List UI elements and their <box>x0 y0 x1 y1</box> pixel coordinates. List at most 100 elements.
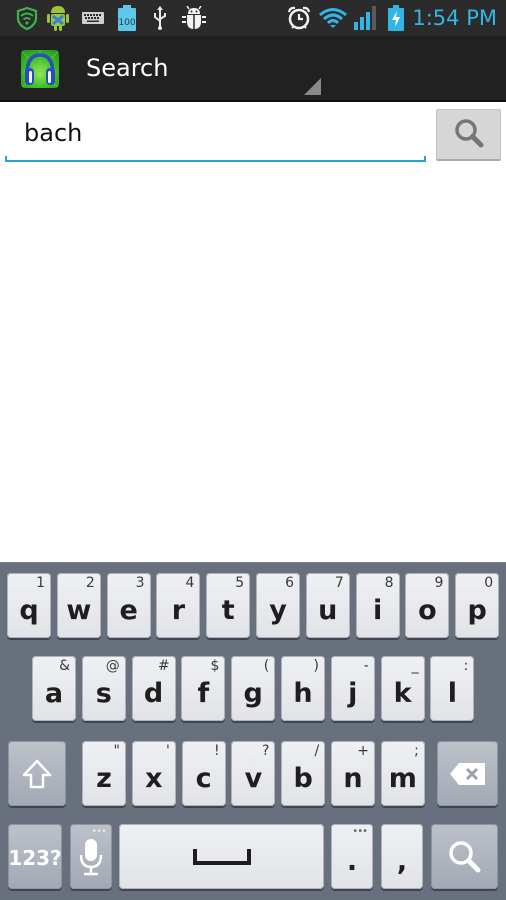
microphone-icon <box>70 824 112 889</box>
key-hint: 4 <box>185 575 195 591</box>
key-l[interactable]: :l <box>430 656 475 721</box>
key-hint: " <box>113 743 120 759</box>
key-hint: ( <box>263 658 270 674</box>
key-hint: ; <box>414 743 419 759</box>
status-time: 1:54 PM <box>412 6 497 30</box>
space-bar-icon <box>119 824 324 889</box>
delete-key[interactable] <box>437 741 498 806</box>
comma-key-label: , <box>396 846 408 877</box>
app-title[interactable]: Search <box>86 54 168 82</box>
key-hint: 8 <box>384 575 394 591</box>
key-label: x <box>145 763 163 794</box>
alarm-clock-icon <box>286 4 312 32</box>
key-t[interactable]: 5t <box>206 573 251 638</box>
key-label: b <box>293 763 313 794</box>
more-punctuation-dots: ••• <box>352 826 368 837</box>
key-label: o <box>418 595 437 626</box>
key-f[interactable]: $ f <box>181 656 226 721</box>
key-hint: + <box>357 743 369 759</box>
key-b[interactable]: / b <box>281 741 326 806</box>
signal-icon <box>352 4 380 32</box>
action-bar: Search <box>0 36 506 102</box>
key-g[interactable]: (g <box>231 656 276 721</box>
key-j[interactable]: -j <box>330 656 375 721</box>
key-c[interactable]: ! c <box>181 741 226 806</box>
key-m[interactable]: ; m <box>380 741 425 806</box>
key-hint: 9 <box>434 575 444 591</box>
key-label: g <box>243 678 263 709</box>
key-o[interactable]: 9o <box>405 573 450 638</box>
key-hint: _ <box>411 658 419 674</box>
key-v[interactable]: ? v <box>231 741 276 806</box>
headphones-app-icon[interactable] <box>21 50 59 88</box>
key-r[interactable]: 4r <box>156 573 201 638</box>
key-label: e <box>119 595 138 626</box>
backspace-icon <box>437 741 498 806</box>
battery-level-text: 100 <box>118 18 135 28</box>
shift-key[interactable] <box>8 741 66 806</box>
dropdown-indicator-icon[interactable] <box>304 78 321 95</box>
key-hint: 7 <box>334 575 344 591</box>
key-q[interactable]: 1q <box>7 573 51 638</box>
key-hint: 2 <box>85 575 95 591</box>
key-label: z <box>96 763 112 794</box>
key-n[interactable]: + n <box>331 741 375 806</box>
key-hint: 3 <box>135 575 145 591</box>
key-label: h <box>293 678 313 709</box>
symbols-key[interactable]: 123? <box>8 824 62 889</box>
key-label: c <box>195 763 212 794</box>
key-u[interactable]: 7u <box>305 573 350 638</box>
shield-wifi-icon <box>14 4 40 32</box>
battery-100-icon: 100 <box>116 4 138 32</box>
search-button[interactable] <box>436 109 501 161</box>
key-label: v <box>244 763 263 794</box>
key-label: u <box>318 595 338 626</box>
key-h[interactable]: ) h <box>281 656 325 721</box>
key-e[interactable]: 3e <box>106 573 151 638</box>
key-w[interactable]: 2w <box>56 573 101 638</box>
search-field[interactable] <box>5 108 426 162</box>
period-key-label: . <box>346 846 358 877</box>
key-label: q <box>19 595 39 626</box>
key-hint: 6 <box>285 575 294 591</box>
search-input[interactable] <box>5 108 426 158</box>
battery-charging-icon <box>386 4 406 32</box>
period-key[interactable]: ••• . <box>331 824 373 889</box>
key-s[interactable]: @ s <box>81 656 126 721</box>
status-bar: 100 1:54 PM <box>0 0 506 36</box>
key-hint: # <box>157 658 170 674</box>
key-hint: & <box>59 658 70 674</box>
key-hint: / <box>314 743 320 759</box>
key-hint: ) <box>313 658 319 674</box>
key-label: m <box>388 763 417 794</box>
keyboard-icon <box>81 4 105 32</box>
comma-key[interactable]: , <box>381 824 423 889</box>
key-x[interactable]: ' x <box>131 741 176 806</box>
key-label: f <box>197 678 210 709</box>
key-hint: $ <box>210 658 220 674</box>
key-y[interactable]: 6y <box>256 573 300 638</box>
key-z[interactable]: " z <box>82 741 126 806</box>
key-hint: : <box>463 658 469 674</box>
wifi-icon <box>317 4 349 32</box>
key-hint: 0 <box>484 575 494 591</box>
space-key[interactable] <box>119 824 324 889</box>
key-label: p <box>467 595 487 626</box>
key-label: d <box>143 678 164 709</box>
key-label: j <box>348 678 358 709</box>
key-label: y <box>269 595 287 626</box>
key-label: s <box>95 678 112 709</box>
key-k[interactable]: _ k <box>380 656 425 721</box>
soft-keyboard: 123? ••• ••• . , 1q2w3e4r 5 t 6 y 7 u 8 … <box>0 562 506 900</box>
key-d[interactable]: # d <box>131 656 176 721</box>
key-hint: @ <box>105 658 120 674</box>
key-a[interactable]: & a <box>32 656 76 721</box>
key-p[interactable]: 0p <box>455 573 500 638</box>
key-hint: ? <box>261 743 270 759</box>
voice-input-key[interactable]: ••• <box>70 824 112 889</box>
search-icon <box>431 824 498 889</box>
key-label: t <box>221 595 235 626</box>
keyboard-search-key[interactable] <box>431 824 498 889</box>
key-i[interactable]: 8i <box>355 573 400 638</box>
usb-icon <box>150 4 170 32</box>
